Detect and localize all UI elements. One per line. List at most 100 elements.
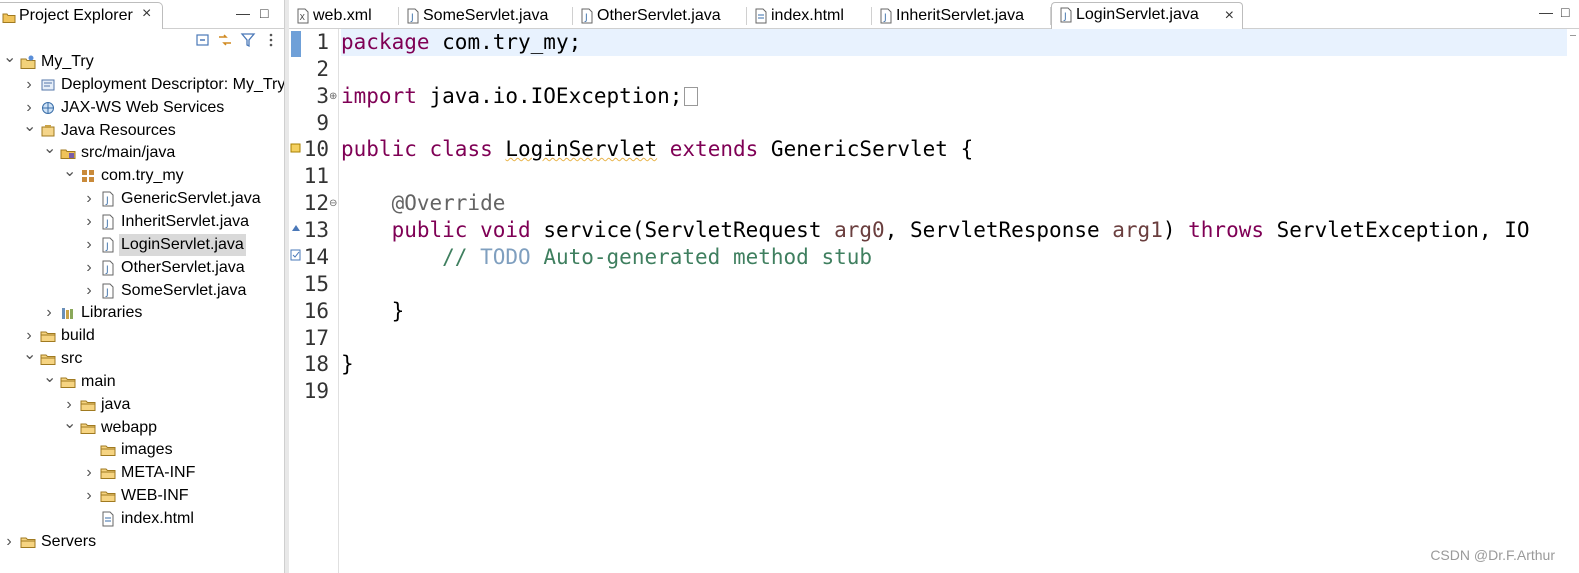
- editor-tab[interactable]: Xweb.xml: [289, 4, 399, 28]
- chevron-right-icon[interactable]: ›: [83, 462, 95, 484]
- chevron-down-icon[interactable]: ⌄: [43, 141, 56, 164]
- maximize-view-button[interactable]: □: [260, 5, 268, 21]
- view-menu-icon[interactable]: [263, 32, 279, 48]
- warning-marker-icon[interactable]: [290, 142, 302, 157]
- tree-item[interactable]: › J LoginServlet.java: [0, 233, 284, 256]
- override-marker-icon[interactable]: [290, 222, 302, 237]
- tree-item-label: java: [101, 395, 131, 413]
- minimize-view-button[interactable]: —: [236, 5, 250, 21]
- chevron-right-icon[interactable]: ›: [83, 188, 95, 210]
- editor-tab[interactable]: J SomeServlet.java: [399, 4, 573, 28]
- chevron-down-icon[interactable]: ⌄: [63, 164, 76, 187]
- task-marker-icon[interactable]: [290, 249, 302, 264]
- tree-item[interactable]: ⌄ Java Resources: [0, 118, 284, 142]
- svg-text:J: J: [105, 219, 109, 229]
- line-number-gutter: 1 2 3 9 10 11 12 13 14 15 16 17 18 19 ⊕ ⊖: [289, 29, 339, 573]
- chevron-right-icon[interactable]: ›: [43, 302, 55, 324]
- filter-icon[interactable]: [240, 32, 256, 48]
- editor-tab-label: OtherServlet.java: [597, 7, 721, 24]
- tree-item-label: Deployment Descriptor: My_Try: [61, 75, 284, 93]
- tree-item[interactable]: › Servers: [0, 531, 284, 553]
- tree-item[interactable]: › WEB-INF: [0, 485, 284, 507]
- collapse-all-icon[interactable]: [195, 32, 211, 48]
- editor-tab-label: SomeServlet.java: [423, 7, 549, 24]
- tree-item[interactable]: › J SomeServlet.java: [0, 280, 284, 302]
- close-icon[interactable]: ×: [142, 5, 151, 23]
- folder-icon: [40, 351, 56, 367]
- chevron-down-icon[interactable]: ⌄: [3, 50, 16, 73]
- tree-item[interactable]: ⌄ webapp: [0, 415, 284, 439]
- tree-item[interactable]: ⌄ main: [0, 369, 284, 393]
- scrollbar-thumb[interactable]: [1570, 35, 1576, 46]
- chevron-right-icon[interactable]: ›: [83, 211, 95, 233]
- tree-item[interactable]: › META-INF: [0, 462, 284, 484]
- vertical-scrollbar[interactable]: [1567, 29, 1579, 573]
- line-number: 19: [303, 379, 329, 403]
- tree-item-label: Libraries: [81, 304, 143, 322]
- deployment-descriptor-icon: [40, 77, 56, 93]
- chevron-right-icon[interactable]: ›: [83, 280, 95, 302]
- tree-item[interactable]: › Deployment Descriptor: My_Try: [0, 74, 284, 96]
- folder-icon: [80, 420, 96, 436]
- chevron-right-icon[interactable]: ›: [83, 257, 95, 279]
- editor-tab[interactable]: index.html: [747, 4, 872, 28]
- tree-item-label: src: [61, 350, 83, 368]
- editor-tab[interactable]: J OtherServlet.java: [573, 4, 747, 28]
- folded-imports-box[interactable]: [684, 87, 699, 106]
- tree-item[interactable]: › java: [0, 394, 284, 416]
- editor-tab[interactable]: J InheritServlet.java: [872, 4, 1051, 28]
- maximize-editor-button[interactable]: □: [1561, 4, 1569, 20]
- project-explorer-tab[interactable]: Project Explorer ×: [0, 2, 163, 29]
- minimize-editor-button[interactable]: —: [1539, 4, 1553, 20]
- chevron-right-icon[interactable]: ›: [23, 97, 35, 119]
- folder-icon: [100, 465, 116, 481]
- editor-tab-bar: Xweb.xml J SomeServlet.java J OtherServlet.j…: [289, 0, 1579, 29]
- folder-icon: [20, 534, 36, 550]
- svg-text:J: J: [105, 196, 109, 206]
- tree-item[interactable]: index.html: [0, 508, 284, 530]
- parameter: arg1: [1112, 218, 1163, 242]
- tree-item[interactable]: ⌄ src: [0, 347, 284, 370]
- chevron-right-icon[interactable]: ›: [83, 234, 95, 256]
- svg-text:J: J: [584, 13, 588, 23]
- collapse-fold-icon[interactable]: ⊖: [329, 198, 337, 209]
- line-number: 17: [303, 326, 329, 350]
- code-area[interactable]: package com.try_my; import java.io.IOExc…: [341, 29, 1567, 573]
- tree-item[interactable]: › J GenericServlet.java: [0, 188, 284, 210]
- editor-tab[interactable]: J LoginServlet.java ×: [1051, 2, 1243, 29]
- chevron-down-icon[interactable]: ⌄: [23, 118, 36, 142]
- close-icon[interactable]: ×: [1225, 4, 1234, 28]
- line-number: 16: [303, 299, 329, 323]
- chevron-right-icon[interactable]: ›: [63, 394, 75, 416]
- keyword: extends: [669, 137, 759, 161]
- tree-item[interactable]: ⌄ src/main/java: [0, 141, 284, 164]
- tree-item[interactable]: › J InheritServlet.java: [0, 211, 284, 233]
- chevron-right-icon[interactable]: ›: [3, 531, 15, 553]
- tree-item[interactable]: › J OtherServlet.java: [0, 257, 284, 279]
- tree-item[interactable]: › JAX-WS Web Services: [0, 97, 284, 119]
- java-resources-icon: [40, 123, 56, 139]
- annotation: @Override: [391, 191, 506, 215]
- tree-item[interactable]: images: [0, 439, 284, 461]
- chevron-down-icon[interactable]: ⌄: [63, 415, 76, 439]
- svg-text:J: J: [105, 288, 109, 298]
- chevron-down-icon[interactable]: ⌄: [43, 369, 56, 393]
- svg-text:J: J: [883, 13, 887, 23]
- tree-item[interactable]: ⌄ com.try_my: [0, 164, 284, 187]
- expand-fold-icon[interactable]: ⊕: [329, 91, 337, 102]
- folder-icon: [100, 442, 116, 458]
- project-explorer-view: Project Explorer × — □ ⌄ My_Try › Deploymen…: [0, 0, 284, 573]
- tree-item-label: src/main/java: [81, 144, 176, 162]
- tree-item[interactable]: ⌄ My_Try: [0, 50, 284, 73]
- link-with-editor-icon[interactable]: [217, 32, 233, 48]
- code-text: ): [1162, 218, 1189, 242]
- tree-item[interactable]: › build: [0, 325, 284, 347]
- chevron-down-icon[interactable]: ⌄: [23, 347, 36, 370]
- tree-item[interactable]: › Libraries: [0, 302, 284, 324]
- tree-item-label: InheritServlet.java: [121, 212, 250, 230]
- chevron-right-icon[interactable]: ›: [23, 325, 35, 347]
- tree-item-label: Java Resources: [61, 121, 176, 139]
- code-text: com.try_my;: [429, 30, 582, 54]
- chevron-right-icon[interactable]: ›: [23, 74, 35, 96]
- chevron-right-icon[interactable]: ›: [83, 485, 95, 507]
